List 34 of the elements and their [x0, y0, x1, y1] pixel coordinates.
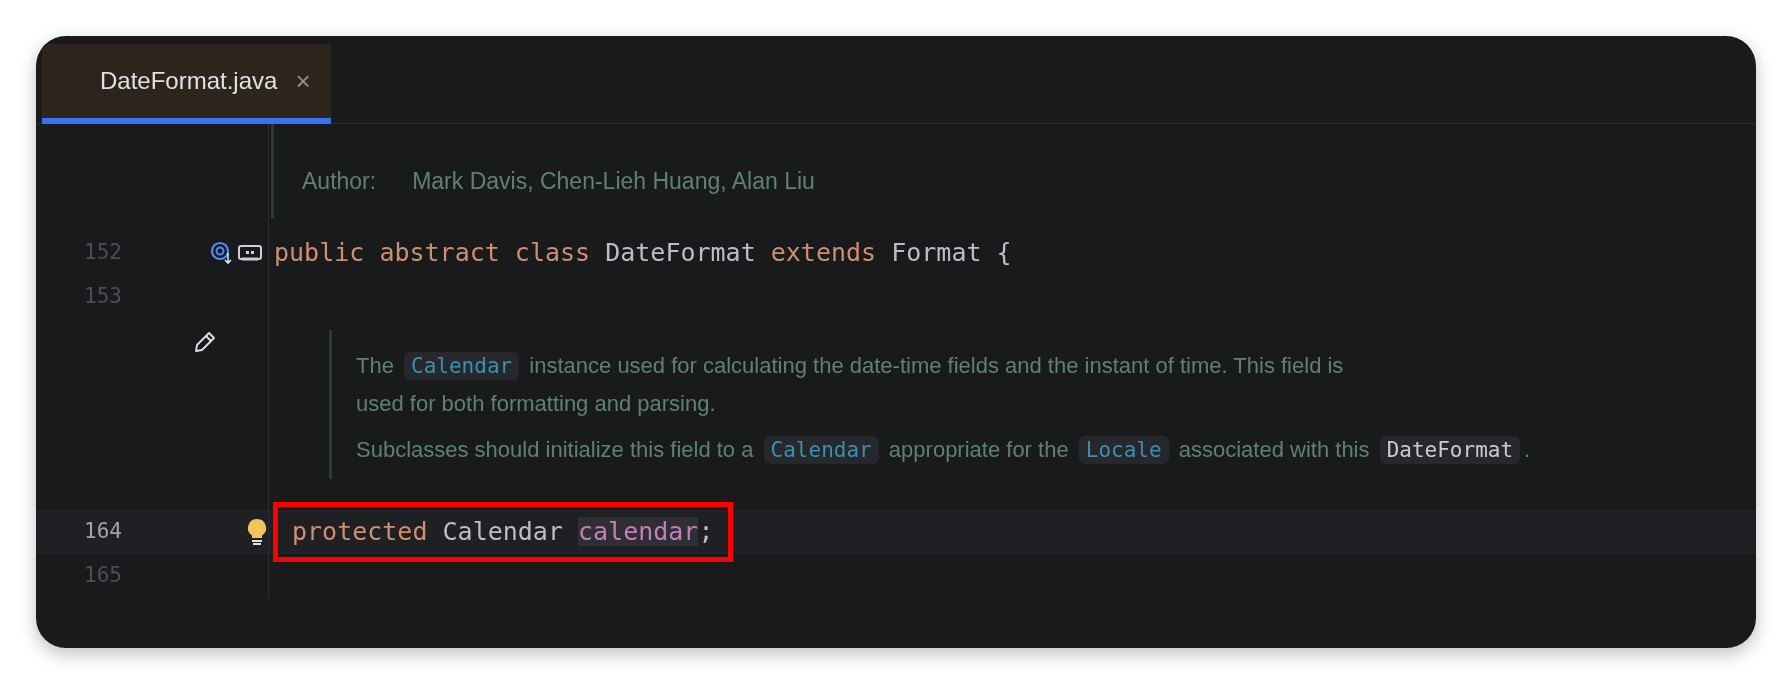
code-chip: DateFormat: [1379, 436, 1521, 464]
code-text: {: [996, 238, 1012, 268]
code-keyword: extends: [770, 238, 877, 268]
doc-text: used for both formatting and parsing.: [356, 391, 716, 416]
line-number: 153: [84, 283, 122, 311]
code-text: Calendar: [442, 517, 563, 547]
code-text: Format: [891, 238, 982, 268]
code-text: ;: [698, 517, 714, 547]
code-link[interactable]: Calendar: [763, 436, 879, 464]
doc-text: associated with this: [1178, 437, 1370, 462]
doc-text: appropriate for the: [888, 437, 1069, 462]
pencil-icon[interactable]: [192, 329, 218, 355]
code-keyword: public: [274, 238, 365, 268]
line-number: 165: [84, 562, 122, 590]
code-keyword: abstract: [379, 238, 500, 268]
doc-text: Subclasses should initialize this field to a: [356, 437, 754, 462]
line-number: 164: [84, 518, 122, 546]
code-field: calendar: [578, 517, 699, 547]
file-tab[interactable]: DateFormat.java ×: [42, 44, 331, 124]
doc-text: .: [1524, 437, 1531, 462]
doc-label: Author:: [302, 166, 377, 196]
gutter-icon[interactable]: [238, 244, 262, 262]
close-icon[interactable]: ×: [295, 61, 311, 101]
doc-text: The: [356, 353, 394, 378]
code-keyword: protected: [292, 517, 428, 547]
line-number: 152: [84, 239, 122, 267]
code-link[interactable]: Calendar: [404, 352, 520, 380]
doc-text: Mark Davis, Chen-Lieh Huang, Alan Liu: [412, 166, 815, 196]
code-link[interactable]: Locale: [1078, 436, 1169, 464]
code-keyword: class: [514, 238, 591, 268]
doc-text: instance used for calculating the date-time fields and the instant of time. This field is: [529, 353, 1344, 378]
lightbulb-icon[interactable]: [246, 518, 268, 546]
code-text: DateFormat: [605, 238, 756, 268]
implemented-icon[interactable]: [210, 241, 234, 265]
